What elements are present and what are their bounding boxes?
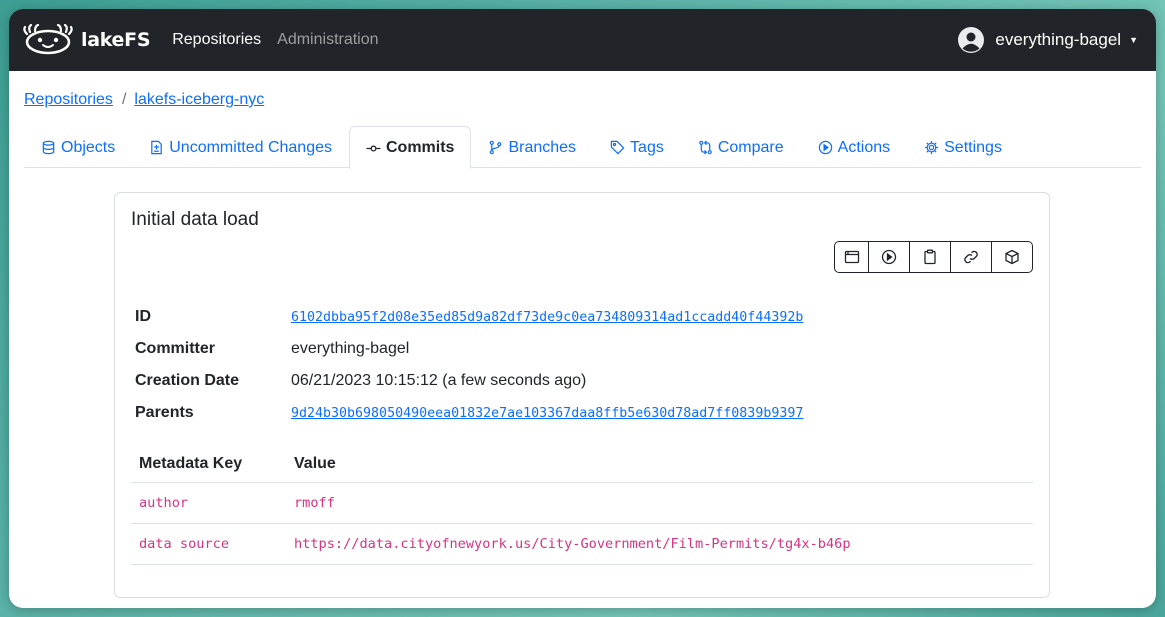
tab-label: Commits <box>386 139 455 156</box>
tag-icon <box>610 140 625 155</box>
repo-tabs: Objects Uncommitted Changes Commits Bran… <box>24 126 1141 169</box>
top-navbar: lakeFS Repositories Administration every… <box>9 9 1156 71</box>
browser-window: lakeFS Repositories Administration every… <box>9 9 1156 608</box>
metadata-key: data source <box>131 523 286 565</box>
play-icon <box>818 140 832 155</box>
metadata-header-row: Metadata Key Value <box>131 446 1033 483</box>
metadata-table: Metadata Key Value author rmoff data sou… <box>131 446 1033 565</box>
copy-id-button[interactable] <box>909 242 950 272</box>
tab-label: Uncommitted Changes <box>169 138 332 156</box>
git-branch-icon <box>490 140 502 155</box>
nav-administration[interactable]: Administration <box>277 31 378 49</box>
commit-properties: ID 6102dbba95f2d08e35ed85d9a82df73de9c0e… <box>135 301 803 429</box>
commit-title: Initial data load <box>131 209 259 230</box>
browse-objects-button[interactable] <box>835 242 868 272</box>
parent-commit-link[interactable]: 9d24b30b698050490eea01832e7ae103367daa8f… <box>291 406 803 421</box>
tab-actions[interactable]: Actions <box>801 126 907 168</box>
play-icon <box>881 249 897 265</box>
property-key: ID <box>135 308 151 325</box>
axolotl-logo-icon <box>23 24 73 55</box>
gear-icon <box>925 140 939 155</box>
metadata-value-header: Value <box>286 446 1033 483</box>
link-icon <box>964 250 978 264</box>
tab-label: Actions <box>837 138 891 156</box>
nav-repositories[interactable]: Repositories <box>172 31 261 49</box>
breadcrumb-repo-link[interactable]: lakefs-iceberg-nyc <box>134 91 264 109</box>
package-icon <box>1005 249 1019 265</box>
breadcrumb-repositories-link[interactable]: Repositories <box>24 91 113 109</box>
property-row-id: ID 6102dbba95f2d08e35ed85d9a82df73de9c0e… <box>135 301 803 333</box>
brand-name: lakeFS <box>81 29 151 51</box>
tab-uncommitted-changes[interactable]: Uncommitted Changes <box>132 126 349 168</box>
tab-settings[interactable]: Settings <box>907 126 1019 168</box>
creation-date-value: 06/21/2023 10:15:12 (a few seconds ago) <box>291 372 587 389</box>
git-commit-icon <box>366 145 381 151</box>
run-actions-button[interactable] <box>868 242 909 272</box>
table-row: data source https://data.cityofnewyork.u… <box>131 523 1033 565</box>
user-menu[interactable]: everything-bagel ▼ <box>957 26 1144 54</box>
copy-link-button[interactable] <box>950 242 991 272</box>
tab-tags[interactable]: Tags <box>593 126 681 168</box>
metadata-value: https://data.cityofnewyork.us/City-Gover… <box>286 523 1033 565</box>
package-button[interactable] <box>991 242 1032 272</box>
tab-label: Tags <box>630 138 664 156</box>
tab-objects[interactable]: Objects <box>24 126 132 168</box>
tab-label: Objects <box>61 138 116 156</box>
metadata-value: rmoff <box>286 482 1033 524</box>
property-row-parents: Parents 9d24b30b698050490eea01832e7ae103… <box>135 397 803 429</box>
tab-branches[interactable]: Branches <box>471 126 593 168</box>
metadata-key: author <box>131 482 286 524</box>
tab-label: Compare <box>717 138 784 156</box>
database-icon <box>42 140 55 155</box>
commit-card: Initial data load ID 6102dbba95f2d08e35e… <box>114 192 1050 598</box>
committer-value: everything-bagel <box>291 340 410 357</box>
metadata-key-header: Metadata Key <box>131 446 286 483</box>
breadcrumb-separator: / <box>121 91 127 108</box>
commit-actions <box>834 241 1033 273</box>
caret-down-icon: ▼ <box>1129 35 1138 45</box>
tab-compare[interactable]: Compare <box>681 126 801 168</box>
clipboard-icon <box>924 249 936 265</box>
git-compare-icon <box>699 140 712 155</box>
property-key: Committer <box>135 340 216 357</box>
username: everything-bagel <box>995 30 1122 49</box>
breadcrumb: Repositories / lakefs-iceberg-nyc <box>24 90 1141 110</box>
tab-label: Branches <box>508 138 577 156</box>
property-key: Creation Date <box>135 372 240 389</box>
tab-label: Settings <box>944 138 1002 156</box>
file-diff-icon <box>151 140 163 155</box>
tab-commits[interactable]: Commits <box>349 126 472 169</box>
browser-icon <box>844 250 859 264</box>
property-row-creation-date: Creation Date 06/21/2023 10:15:12 (a few… <box>135 365 803 397</box>
table-row: author rmoff <box>131 482 1033 524</box>
user-avatar-icon <box>958 27 985 53</box>
commit-id-link[interactable]: 6102dbba95f2d08e35ed85d9a82df73de9c0ea73… <box>291 310 803 325</box>
property-key: Parents <box>135 404 194 421</box>
property-row-committer: Committer everything-bagel <box>135 333 803 365</box>
lakefs-logo[interactable]: lakeFS <box>21 24 151 56</box>
